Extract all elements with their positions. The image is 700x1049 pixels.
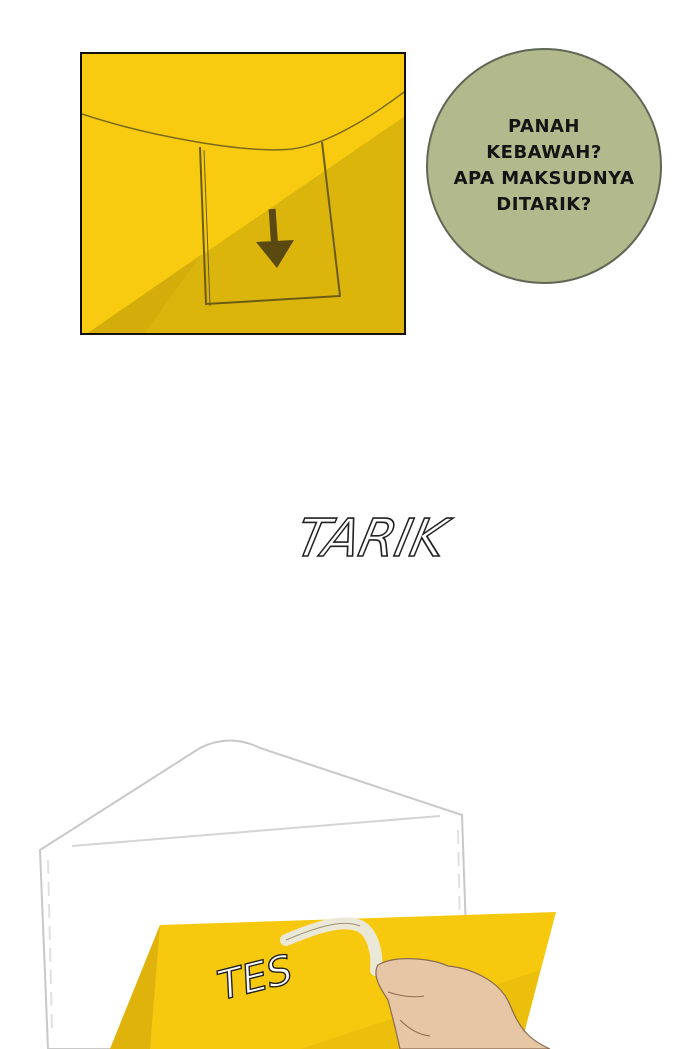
sfx-tes: TES <box>213 946 298 1010</box>
envelope-pull-scene <box>38 739 556 1049</box>
sfx-tarik-text: TARIK <box>300 509 455 569</box>
bubble-line-1: PANAH <box>507 116 580 137</box>
envelope-closeup-panel <box>80 52 406 335</box>
bubble-line-4: DITARIK? <box>496 194 592 215</box>
sfx-tes-text: TES <box>213 947 297 1010</box>
envelope-closeup-art <box>82 54 404 333</box>
sfx-tarik: TARIK <box>300 508 456 570</box>
speech-bubble-text: PANAH KEBAWAH? APA MAKSUDNYA DITARIK? <box>454 114 635 218</box>
bubble-line-2: KEBAWAH? <box>486 142 602 163</box>
speech-bubble: PANAH KEBAWAH? APA MAKSUDNYA DITARIK? <box>426 48 662 284</box>
bubble-line-3: APA MAKSUDNYA <box>453 168 635 189</box>
